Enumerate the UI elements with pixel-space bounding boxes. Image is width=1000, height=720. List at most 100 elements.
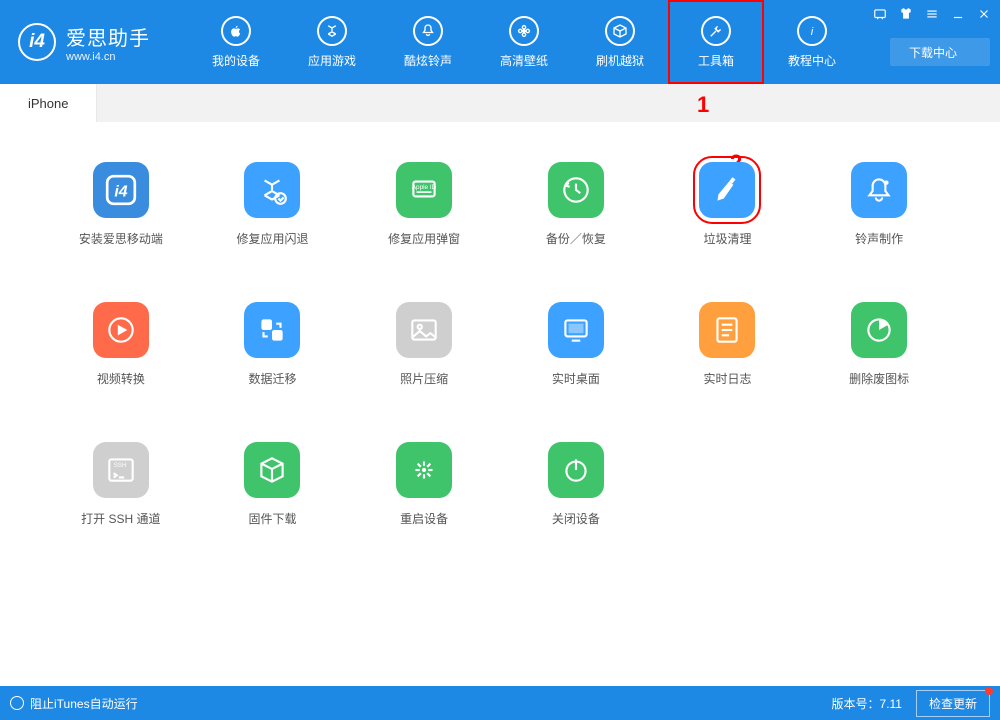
box-icon	[605, 16, 635, 46]
tool-clean[interactable]: 垃圾清理	[657, 162, 799, 247]
flower-icon	[509, 16, 539, 46]
block-itunes-toggle[interactable]: 阻止iTunes自动运行	[10, 695, 138, 712]
app-icon	[317, 16, 347, 46]
download-center-button[interactable]: 下载中心	[890, 38, 990, 66]
backup-icon	[548, 162, 604, 218]
i4-icon: i4	[93, 162, 149, 218]
migrate-icon	[244, 302, 300, 358]
ssh-icon: SSH	[93, 442, 149, 498]
tool-pie[interactable]: 删除废图标	[808, 302, 950, 387]
nav-item-1[interactable]: 应用游戏	[284, 0, 380, 84]
tool-photo[interactable]: 照片压缩	[353, 302, 495, 387]
tool-label: 固件下载	[248, 510, 296, 527]
version-text: 版本号：7.11	[832, 695, 902, 712]
nav-label: 教程中心	[788, 52, 836, 69]
feedback-icon[interactable]	[872, 6, 888, 22]
tool-label: 垃圾清理	[703, 230, 751, 247]
tool-migrate[interactable]: 数据迁移	[202, 302, 344, 387]
svg-text:SSH: SSH	[113, 462, 126, 469]
tab-bar: iPhone	[0, 84, 1000, 122]
logo-area: i4 爱思助手 www.i4.cn	[0, 22, 168, 63]
brand-url: www.i4.cn	[66, 51, 150, 63]
tool-label: 删除废图标	[849, 370, 909, 387]
tool-appfix[interactable]: 修复应用闪退	[202, 162, 344, 247]
window-controls	[872, 6, 992, 22]
photo-icon	[396, 302, 452, 358]
tool-restart[interactable]: 重启设备	[353, 442, 495, 527]
update-badge-icon	[985, 687, 993, 695]
download-icon	[961, 47, 971, 57]
tool-power[interactable]: 关闭设备	[505, 442, 647, 527]
power-icon	[548, 442, 604, 498]
tool-log[interactable]: 实时日志	[657, 302, 799, 387]
apple-icon	[221, 16, 251, 46]
tool-label: 实时桌面	[552, 370, 600, 387]
nav-label: 我的设备	[212, 52, 260, 69]
content-area: i4 安装爱思移动端 修复应用闪退 Apple ID 修复应用弹窗 备份／恢复 垃圾清理 铃声…	[0, 122, 1000, 527]
header: i4 爱思助手 www.i4.cn 我的设备 应用游戏 酷炫铃声 高清壁纸 刷机越狱 工具…	[0, 0, 1000, 84]
tool-appleid[interactable]: Apple ID 修复应用弹窗	[353, 162, 495, 247]
tool-label: 修复应用闪退	[236, 230, 308, 247]
nav-item-4[interactable]: 刷机越狱	[572, 0, 668, 84]
tool-label: 数据迁移	[248, 370, 296, 387]
nav-item-6[interactable]: i 教程中心	[764, 0, 860, 84]
tool-label: 照片压缩	[400, 370, 448, 387]
tool-label: 备份／恢复	[546, 230, 606, 247]
tools-icon	[701, 16, 731, 46]
tool-video[interactable]: 视频转换	[50, 302, 192, 387]
tool-ring[interactable]: 铃声制作	[808, 162, 950, 247]
nav-label: 酷炫铃声	[404, 52, 452, 69]
tool-label: 铃声制作	[855, 230, 903, 247]
nav-item-0[interactable]: 我的设备	[188, 0, 284, 84]
minimize-icon[interactable]	[950, 6, 966, 22]
nav-item-3[interactable]: 高清壁纸	[476, 0, 572, 84]
tool-i4[interactable]: i4 安装爱思移动端	[50, 162, 192, 247]
close-icon[interactable]	[976, 6, 992, 22]
menu-icon[interactable]	[924, 6, 940, 22]
annotation-1: 1	[697, 92, 709, 118]
tool-label: 打开 SSH 通道	[81, 510, 160, 527]
tool-ssh[interactable]: SSH 打开 SSH 通道	[50, 442, 192, 527]
appleid-icon: Apple ID	[396, 162, 452, 218]
footer: 阻止iTunes自动运行 版本号：7.11 检查更新	[0, 686, 1000, 720]
video-icon	[93, 302, 149, 358]
tool-label: 视频转换	[97, 370, 145, 387]
footer-right: 版本号：7.11 检查更新	[832, 690, 991, 717]
nav-label: 高清壁纸	[500, 52, 548, 69]
skin-icon[interactable]	[898, 6, 914, 22]
svg-text:i4: i4	[114, 183, 127, 200]
svg-text:Apple ID: Apple ID	[412, 184, 437, 191]
nav-label: 应用游戏	[308, 52, 356, 69]
info-icon: i	[797, 16, 827, 46]
tool-label: 关闭设备	[552, 510, 600, 527]
appfix-icon	[244, 162, 300, 218]
block-itunes-label: 阻止iTunes自动运行	[30, 695, 138, 712]
desktop-icon	[548, 302, 604, 358]
download-center-label: 下载中心	[909, 44, 957, 61]
pie-icon	[851, 302, 907, 358]
tool-cube[interactable]: 固件下载	[202, 442, 344, 527]
tool-label: 重启设备	[400, 510, 448, 527]
tool-backup[interactable]: 备份／恢复	[505, 162, 647, 247]
check-update-button[interactable]: 检查更新	[916, 690, 990, 717]
svg-text:i: i	[811, 25, 814, 37]
brand-text: 爱思助手 www.i4.cn	[66, 22, 150, 63]
cube-icon	[244, 442, 300, 498]
restart-icon	[396, 442, 452, 498]
check-update-label: 检查更新	[929, 697, 977, 711]
bell-icon	[413, 16, 443, 46]
ring-icon	[851, 162, 907, 218]
nav-label: 刷机越狱	[596, 52, 644, 69]
nav-item-2[interactable]: 酷炫铃声	[380, 0, 476, 84]
tool-label: 实时日志	[703, 370, 751, 387]
toggle-off-icon	[10, 696, 24, 710]
main-nav: 我的设备 应用游戏 酷炫铃声 高清壁纸 刷机越狱 工具箱 i 教程中心	[188, 0, 860, 84]
brand-name: 爱思助手	[66, 22, 150, 51]
tool-label: 修复应用弹窗	[388, 230, 460, 247]
nav-item-5[interactable]: 工具箱	[668, 0, 764, 84]
log-icon	[699, 302, 755, 358]
tool-grid: i4 安装爱思移动端 修复应用闪退 Apple ID 修复应用弹窗 备份／恢复 垃圾清理 铃声…	[50, 162, 950, 527]
tool-label: 安装爱思移动端	[79, 230, 163, 247]
tab-iphone[interactable]: iPhone	[0, 84, 97, 122]
tool-desktop[interactable]: 实时桌面	[505, 302, 647, 387]
